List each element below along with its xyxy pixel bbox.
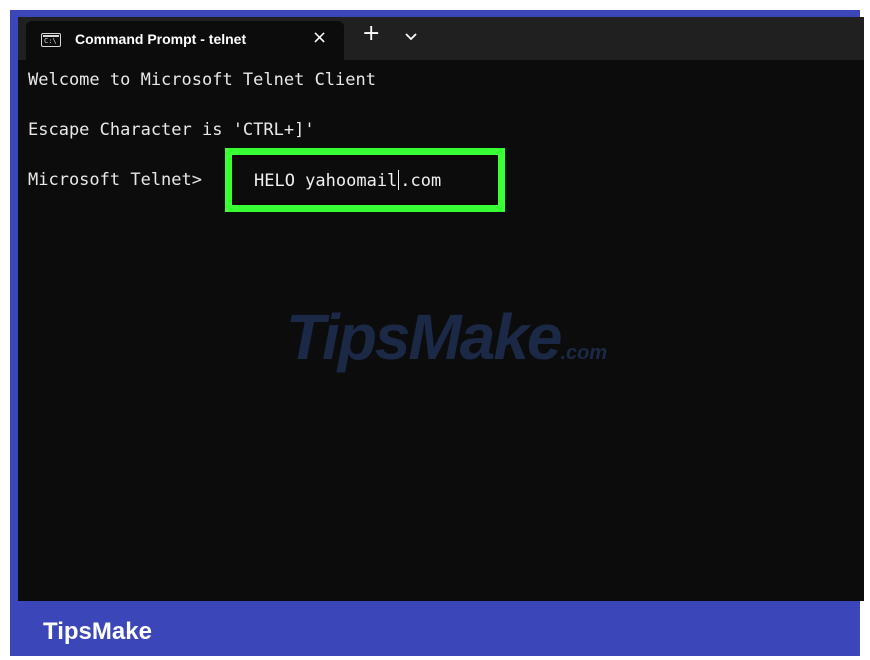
terminal-line: Welcome to Microsoft Telnet Client xyxy=(28,70,376,90)
close-tab-icon[interactable]: × xyxy=(312,27,327,48)
watermark-text: TipsMake xyxy=(286,301,562,373)
terminal-output[interactable]: Welcome to Microsoft Telnet Client Escap… xyxy=(18,60,864,601)
command-text-before-cursor: HELO yahoomail xyxy=(254,171,398,191)
tab-title: Command Prompt - telnet xyxy=(75,31,247,47)
tab-command-prompt[interactable]: C:\ Command Prompt - telnet × xyxy=(26,21,344,60)
terminal-line: Escape Character is 'CTRL+]' xyxy=(28,120,315,140)
new-tab-button[interactable]: + xyxy=(362,21,380,46)
command-text-after-cursor: .com xyxy=(400,171,442,191)
tab-bar: C:\ Command Prompt - telnet × + xyxy=(18,17,864,60)
terminal-icon: C:\ xyxy=(41,33,61,47)
command-highlight-box: HELO yahoomail .com xyxy=(225,148,505,212)
chevron-down-icon[interactable] xyxy=(404,31,418,41)
terminal-icon-label: C:\ xyxy=(44,37,57,45)
watermark-logo: TipsMake.com xyxy=(286,300,607,374)
terminal-prompt: Microsoft Telnet> xyxy=(28,170,202,190)
command-input[interactable]: HELO yahoomail .com xyxy=(254,170,441,191)
watermark-suffix: .com xyxy=(560,342,608,364)
footer-brand: TipsMake xyxy=(43,618,152,645)
terminal-window: C:\ Command Prompt - telnet × + Welcome … xyxy=(18,17,864,601)
